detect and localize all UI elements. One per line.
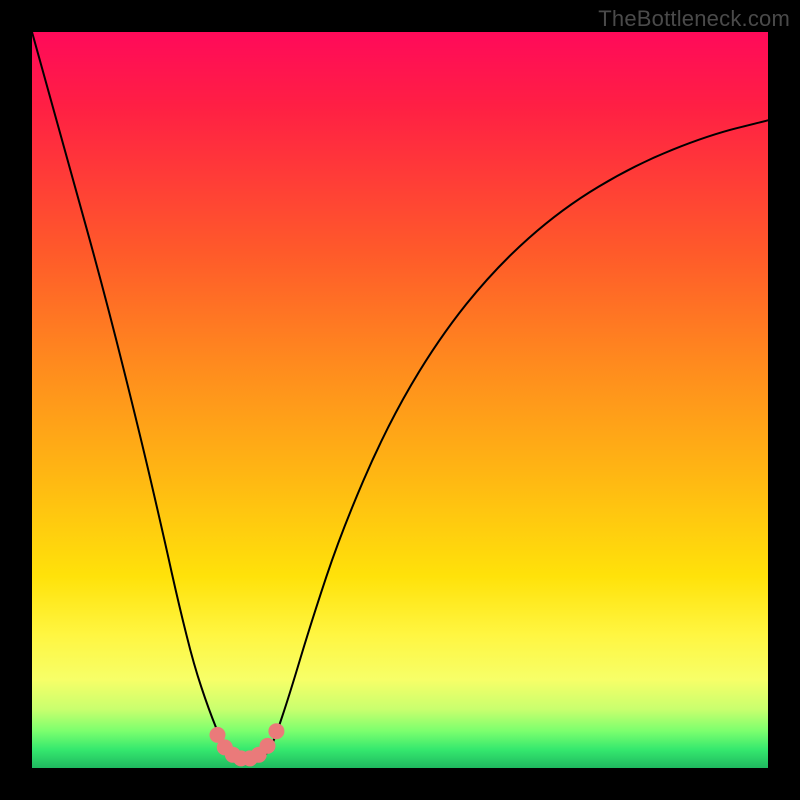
chart-frame: TheBottleneck.com xyxy=(0,0,800,800)
trough-dots xyxy=(210,723,285,766)
plot-area xyxy=(32,32,768,768)
watermark-text: TheBottleneck.com xyxy=(598,6,790,32)
trough-dot xyxy=(260,738,276,754)
trough-dot xyxy=(268,723,284,739)
curve-layer xyxy=(32,32,768,768)
bottleneck-curve xyxy=(32,32,768,761)
